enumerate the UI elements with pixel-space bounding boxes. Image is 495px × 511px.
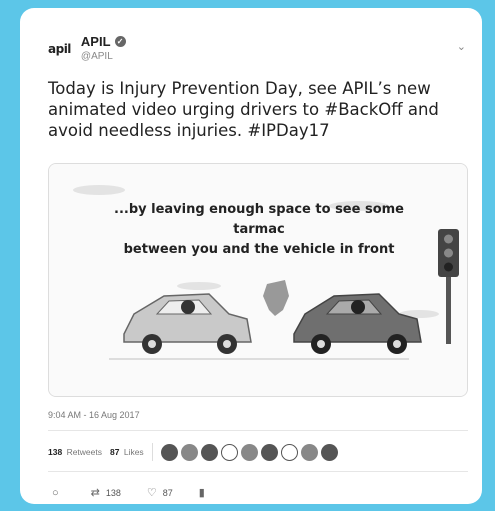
tweet-actions: ○ ⇄ 138 ♡ 87 ▮ — [52, 486, 237, 500]
likes-label: Likes — [123, 447, 144, 457]
avatar[interactable] — [300, 443, 318, 461]
tweet-card: apil APIL ✓ @APIL ⌄ Today is Injury Prev… — [20, 8, 482, 504]
tweet-media[interactable]: ...by leaving enough space to see some t… — [48, 163, 468, 397]
tweet-timestamp[interactable]: 9:04 AM - 16 Aug 2017 — [48, 410, 140, 420]
avatar[interactable] — [240, 443, 258, 461]
avatar[interactable] — [280, 443, 298, 461]
reply-icon: ○ — [52, 486, 59, 499]
apil-logo[interactable]: apil — [48, 42, 71, 56]
divider — [48, 430, 468, 431]
heart-icon: ♡ — [146, 487, 157, 499]
author-handle[interactable]: @APIL — [81, 51, 126, 62]
reply-button[interactable]: ○ — [52, 487, 65, 499]
caption-line-2: between you and the vehicle in front — [123, 242, 395, 257]
caption-line-1: ...by leaving enough space to see some t… — [114, 202, 404, 237]
like-count: 87 — [162, 487, 173, 498]
author-names: APIL ✓ @APIL — [81, 34, 126, 62]
retweets-count: 138 — [48, 447, 63, 457]
retweet-icon: ⇄ — [90, 487, 100, 499]
chevron-down-icon[interactable]: ⌄ — [457, 40, 466, 53]
tweet-stats: 138 Retweets 87 Likes — [48, 443, 341, 461]
media-illustration — [49, 164, 467, 396]
author-display-name[interactable]: APIL ✓ — [81, 34, 126, 49]
retweet-count: 138 — [105, 487, 121, 498]
media-caption: ...by leaving enough space to see some t… — [89, 200, 429, 260]
logo-text: apil — [48, 42, 71, 56]
tweet-header: apil APIL ✓ @APIL — [48, 34, 126, 62]
analytics-icon: ▮ — [198, 487, 205, 499]
avatar[interactable] — [260, 443, 278, 461]
avatar[interactable] — [180, 443, 198, 461]
display-name-text: APIL — [80, 34, 111, 49]
retweets-label: Retweets — [66, 447, 102, 457]
retweets-stat[interactable]: 138 Retweets — [48, 447, 102, 457]
like-button[interactable]: ♡ 87 — [147, 486, 173, 499]
likes-stat[interactable]: 87 Likes — [110, 447, 144, 457]
likes-count: 87 — [110, 447, 120, 457]
retweet-button[interactable]: ⇄ 138 — [91, 486, 121, 499]
liker-avatars — [160, 443, 341, 461]
analytics-button[interactable]: ▮ — [199, 486, 211, 499]
verified-badge-icon: ✓ — [114, 36, 126, 47]
avatar[interactable] — [200, 443, 218, 461]
avatar[interactable] — [160, 443, 178, 461]
divider — [48, 471, 468, 472]
avatar[interactable] — [320, 443, 338, 461]
tweet-text: Today is Injury Prevention Day, see APIL… — [48, 79, 439, 140]
avatar[interactable] — [220, 443, 238, 461]
divider-vertical — [151, 443, 153, 461]
